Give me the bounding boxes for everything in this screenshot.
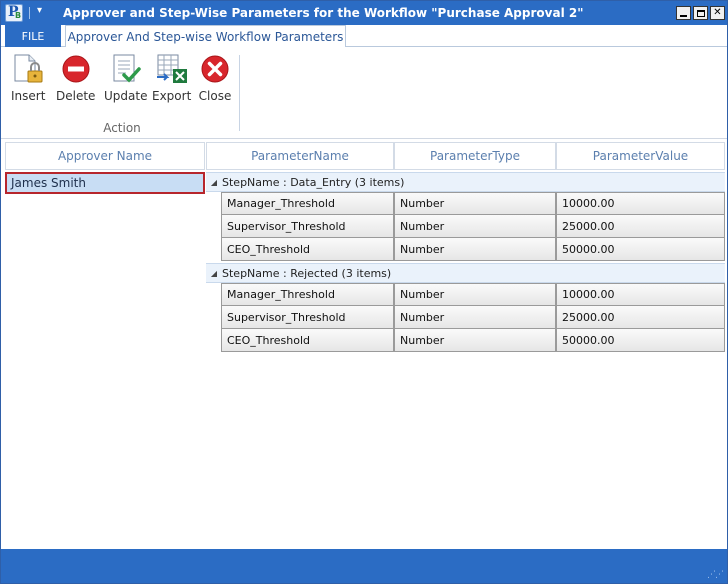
cell-parameter-type[interactable]: Number <box>394 329 556 352</box>
collapse-triangle-icon[interactable]: ◢ <box>206 178 222 187</box>
table-row[interactable]: CEO_Threshold Number 50000.00 <box>221 238 725 261</box>
tab-approver-parameters[interactable]: Approver And Step-wise Workflow Paramete… <box>65 25 346 48</box>
ribbon-group-label-action: Action <box>103 121 141 135</box>
insert-button[interactable]: Insert <box>11 53 45 105</box>
ribbon-group-separator <box>239 55 240 131</box>
export-label: Export <box>152 89 192 103</box>
group-row-rejected[interactable]: ◢ StepName : Rejected (3 items) <box>206 263 725 283</box>
collapse-triangle-icon[interactable]: ◢ <box>206 269 222 278</box>
window-title: Approver and Step-Wise Parameters for th… <box>63 6 584 20</box>
maximize-button[interactable] <box>693 6 708 20</box>
quick-access-dropdown-icon[interactable]: ▾ <box>37 5 42 16</box>
cell-parameter-name[interactable]: Supervisor_Threshold <box>221 306 394 329</box>
cell-parameter-type[interactable]: Number <box>394 283 556 306</box>
quick-access-separator <box>29 7 30 19</box>
group-row-data-entry[interactable]: ◢ StepName : Data_Entry (3 items) <box>206 172 725 192</box>
cell-parameter-type[interactable]: Number <box>394 215 556 238</box>
update-label: Update <box>104 89 148 103</box>
cell-parameter-name[interactable]: Manager_Threshold <box>221 283 394 306</box>
ribbon-tab-bar: FILE Approver And Step-wise Workflow Par… <box>1 25 727 48</box>
cell-parameter-value[interactable]: 25000.00 <box>556 215 725 238</box>
maximize-icon <box>696 9 705 17</box>
table-row[interactable]: Supervisor_Threshold Number 25000.00 <box>221 306 725 329</box>
minimize-icon <box>680 15 687 17</box>
table-row[interactable]: Manager_Threshold Number 10000.00 <box>221 283 725 306</box>
title-bar: PB ▾ Approver and Step-Wise Parameters f… <box>1 1 727 25</box>
window-close-button[interactable]: ✕ <box>710 6 725 20</box>
cell-parameter-name[interactable]: CEO_Threshold <box>221 238 394 261</box>
table-row[interactable]: CEO_Threshold Number 50000.00 <box>221 329 725 352</box>
close-label: Close <box>198 89 232 103</box>
table-row[interactable]: Manager_Threshold Number 10000.00 <box>221 192 725 215</box>
insert-label: Insert <box>11 89 46 103</box>
content-area: Approver Name James Smith ParameterName … <box>1 139 727 549</box>
delete-button[interactable]: Delete <box>56 53 95 105</box>
parameter-name-header[interactable]: ParameterName <box>206 142 394 170</box>
main-window: PB ▾ Approver and Step-Wise Parameters f… <box>0 0 728 584</box>
insert-lock-icon <box>11 53 45 85</box>
export-excel-icon <box>155 53 189 85</box>
status-bar: ⋰⋰ <box>1 549 727 583</box>
window-close-icon: ✕ <box>713 7 722 18</box>
group-label: StepName : Data_Entry (3 items) <box>222 175 405 189</box>
tab-file[interactable]: FILE <box>5 25 61 47</box>
cell-parameter-value[interactable]: 50000.00 <box>556 238 725 261</box>
cell-parameter-value[interactable]: 10000.00 <box>556 192 725 215</box>
parameter-grid: ParameterName ParameterType ParameterVal… <box>206 142 725 352</box>
parameter-grid-header: ParameterName ParameterType ParameterVal… <box>206 142 725 170</box>
cell-parameter-name[interactable]: Supervisor_Threshold <box>221 215 394 238</box>
resize-grip-icon[interactable]: ⋰⋰ <box>707 570 724 580</box>
cell-parameter-value[interactable]: 10000.00 <box>556 283 725 306</box>
cell-parameter-type[interactable]: Number <box>394 192 556 215</box>
cell-parameter-value[interactable]: 50000.00 <box>556 329 725 352</box>
cell-parameter-value[interactable]: 25000.00 <box>556 306 725 329</box>
cell-parameter-type[interactable]: Number <box>394 306 556 329</box>
update-button[interactable]: Update <box>104 53 147 105</box>
group-label: StepName : Rejected (3 items) <box>222 266 392 280</box>
approver-grid: Approver Name James Smith <box>5 142 205 547</box>
cell-parameter-name[interactable]: Manager_Threshold <box>221 192 394 215</box>
close-button[interactable]: Close <box>198 53 232 105</box>
approver-name-header[interactable]: Approver Name <box>5 142 205 170</box>
table-row[interactable]: Supervisor_Threshold Number 25000.00 <box>221 215 725 238</box>
minimize-button[interactable] <box>676 6 691 20</box>
export-button[interactable]: Export <box>152 53 191 105</box>
delete-label: Delete <box>56 89 96 103</box>
cell-parameter-type[interactable]: Number <box>394 238 556 261</box>
approver-row[interactable]: James Smith <box>5 172 205 194</box>
app-logo-icon[interactable]: PB <box>5 4 23 22</box>
update-icon <box>109 53 143 85</box>
cell-parameter-name[interactable]: CEO_Threshold <box>221 329 394 352</box>
parameter-type-header[interactable]: ParameterType <box>394 142 556 170</box>
delete-icon <box>59 53 93 85</box>
ribbon: Insert Delete Update Export Close Action <box>1 47 727 139</box>
close-icon <box>198 53 232 85</box>
parameter-value-header[interactable]: ParameterValue <box>556 142 725 170</box>
